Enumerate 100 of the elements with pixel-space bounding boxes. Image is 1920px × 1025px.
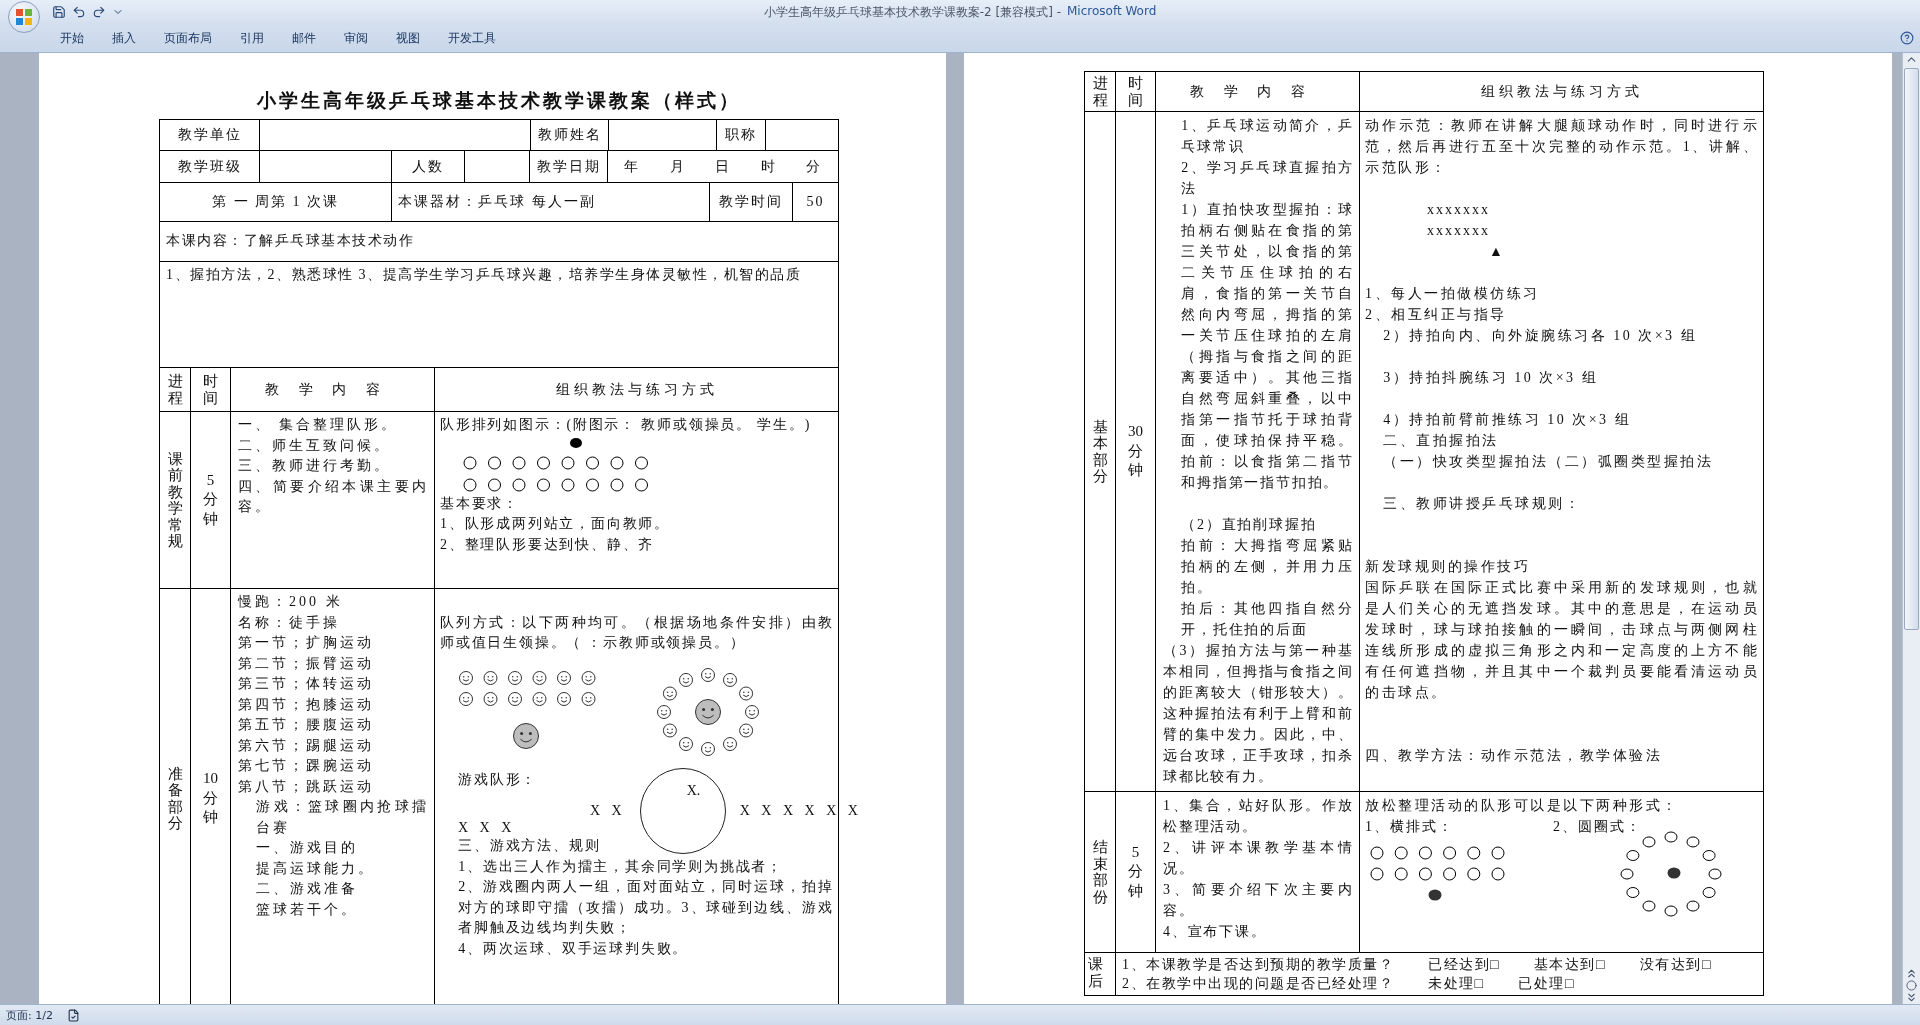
review-option: 基本达到□ bbox=[1533, 955, 1606, 974]
table-cell: 年 月 日 时 分 bbox=[608, 151, 839, 183]
window-title: 小学生高年级乒乓球基本技术教学课教案-2 [兼容模式] - bbox=[763, 3, 1061, 21]
review-option: 未处理□ bbox=[1428, 974, 1485, 993]
table-cell: 教学单位 bbox=[160, 120, 260, 151]
ribbon-tab[interactable]: 视图 bbox=[382, 25, 434, 51]
cell-text: 2、游戏圈内两人一组，面对面站立，同时运球，拍掉对方的球即守擂（攻擂）成功。3、球碰到边线、游戏者脚触及边线均判失败； bbox=[457, 878, 834, 937]
save-icon[interactable] bbox=[52, 5, 66, 19]
cell-text: 第六节；踢腿运动 bbox=[238, 736, 375, 755]
cell-text: 名称：徒手操 bbox=[238, 613, 341, 632]
table-cell: 本课内容：了解乒乓球基本技术动作 bbox=[160, 222, 839, 262]
table-cell: 人数 bbox=[392, 151, 465, 183]
phase-label: 基本部分 bbox=[1092, 418, 1108, 485]
cell-text: 4）持拍前臂前推练习 10 次×3 组 bbox=[1382, 411, 1633, 429]
phase-label: 课前教学常规 bbox=[167, 450, 183, 550]
column-header: 进程 bbox=[167, 373, 183, 406]
cell-text: 新发球规则的操作技巧 bbox=[1365, 558, 1531, 576]
table-cell: 教学日期 bbox=[530, 151, 608, 183]
cell-text: 放松整理活动的队形可以是以下两种形式： bbox=[1365, 797, 1680, 815]
table-cell: 本课器材：乒乓球 每人一副 bbox=[392, 183, 710, 222]
cell-text: 二、直拍握拍法 bbox=[1382, 432, 1500, 450]
cell-text: 二、师生互致问候。 bbox=[238, 436, 392, 455]
ribbon-tab[interactable]: 邮件 bbox=[278, 25, 330, 51]
cell-text: 游戏：篮球圈内抢球擂台赛 bbox=[255, 798, 429, 837]
cell-text: 2、整理队形要达到快、静、齐 bbox=[440, 535, 656, 554]
help-icon[interactable] bbox=[1900, 31, 1914, 45]
duration-label: 10分钟 bbox=[202, 769, 219, 828]
cell-text: 队列方式：以下两种均可。（根据场地条件安排）由教师或值日生领操。（ ：示教师或领操员。） bbox=[440, 613, 834, 652]
cell-text: 四、简要介绍本课主要内容。 bbox=[238, 477, 429, 516]
column-header: 组织教法与练习方式 bbox=[1480, 82, 1643, 101]
ribbon-tab[interactable]: 开始 bbox=[46, 25, 98, 51]
cell-text: 一、 集合整理队形。 bbox=[238, 416, 399, 434]
ribbon-tab[interactable]: 审阅 bbox=[330, 25, 382, 51]
ribbon-tab[interactable]: 页面布局 bbox=[150, 25, 226, 51]
table-cell: 教师姓名 bbox=[531, 120, 609, 151]
cell-text: 拍前：大拇指弯屈紧贴拍柄的左侧，并用力压拍。 bbox=[1180, 537, 1354, 597]
cell-text: 2）持拍向内、向外旋腕练习各 10 次×3 组 bbox=[1382, 327, 1699, 345]
column-header: 时间 bbox=[203, 373, 218, 406]
cell-text: 2、讲评本课教学基本情况。 bbox=[1163, 839, 1354, 878]
page-indicator: 页面: 1/2 bbox=[6, 1007, 53, 1023]
cell-text: 1、选出三人作为擂主，其余同学则为挑战者； bbox=[457, 857, 784, 876]
document-title: 小学生高年级乒乓球基本技术教学课教案（样式） bbox=[255, 89, 742, 113]
cell-text: 动作示范：教师在讲解大腿颠球动作时，同时进行示范，然后再进行五至十次完整的动作示范。1、讲解、示范队形： bbox=[1365, 117, 1759, 177]
cell-text: 4、两次运球、双手运球判失败。 bbox=[457, 939, 690, 958]
review-option: 没有达到□ bbox=[1639, 955, 1712, 974]
cell-text: 第八节；跳跃运动 bbox=[238, 777, 375, 796]
duration-label: 5分钟 bbox=[202, 470, 219, 529]
cell-text: 三、游戏方法、规则 bbox=[457, 837, 602, 855]
teacher-marker: ▲ bbox=[1488, 243, 1506, 261]
office-button[interactable] bbox=[8, 1, 40, 33]
undo-icon[interactable] bbox=[72, 5, 86, 19]
phase-label: 准备部分 bbox=[167, 765, 183, 832]
cell-text: 第三节；体转运动 bbox=[238, 675, 375, 693]
cell-text: 1）直拍快攻型握拍：球拍柄右侧贴在食指的第三关节处，以食指的第二关节压住球拍的右肩，食指的第一关节自然向内弯屈，拇指的第一关节压住球拍的左肩（拇指与食指之间的距离要适中）。其他三指自然弯屈斜重叠，以中指第一指节托于球拍背面，使球拍保持平稳。拍前：以食指第二指节和拇指第一指节扣拍。 bbox=[1180, 201, 1354, 492]
cell-text: 四、教学方法：动作示范法，教学体验法 bbox=[1365, 747, 1663, 765]
cell-text: 拍后：其他四指自然分开，托住拍的后面 bbox=[1180, 600, 1354, 639]
ribbon-tab[interactable]: 引用 bbox=[226, 25, 278, 51]
document-check-icon[interactable] bbox=[66, 1008, 80, 1022]
cell-text: （2）直拍削球握拍 bbox=[1180, 516, 1318, 534]
table-cell: 教学班级 bbox=[160, 151, 260, 183]
student-row-marks: xxxxxxx bbox=[1426, 201, 1491, 219]
cell-text: 2、学习乒乓球直握拍方法 bbox=[1180, 159, 1354, 198]
empty-cell bbox=[465, 151, 530, 183]
formation-label: 2、圆圈式： bbox=[1553, 818, 1643, 836]
cell-text: 基本要求： bbox=[440, 494, 520, 513]
cell-text: 第二节；振臂运动 bbox=[238, 654, 375, 673]
duration-label: 30分钟 bbox=[1127, 422, 1144, 481]
table-cell: 1、握拍方法，2、熟悉球性 3、提高学生学习乒乓球兴趣，培养学生身体灵敏性，机智的品质 bbox=[160, 262, 839, 368]
cell-text: 二、游戏准备 bbox=[255, 880, 360, 898]
column-header: 时间 bbox=[1128, 75, 1143, 108]
cell-text: 1、每人一拍做模仿练习 bbox=[1365, 285, 1541, 303]
scrollbar-thumb[interactable] bbox=[1904, 68, 1919, 630]
player-mark: X. bbox=[686, 783, 701, 799]
previous-page-icon[interactable] bbox=[1905, 967, 1918, 980]
ribbon-tab[interactable]: 插入 bbox=[98, 25, 150, 51]
next-page-icon[interactable] bbox=[1905, 991, 1918, 1004]
cell-text: 4、宣布下课。 bbox=[1163, 923, 1268, 941]
ribbon-tab[interactable]: 开发工具 bbox=[434, 25, 510, 51]
cell-text: 1、队形成两列站立，面向教师。 bbox=[440, 515, 671, 533]
review-question: 2、在教学中出现的问题是否已经处理？ bbox=[1122, 975, 1394, 993]
cell-text: （一）快攻类型握拍法（二）弧圈类型握拍法 bbox=[1382, 453, 1715, 471]
column-header: 教学内容 bbox=[265, 380, 400, 399]
cell-text: 3、简要介绍下次主要内容。 bbox=[1163, 881, 1354, 920]
table-cell: 第 一 周第 1 次课 bbox=[160, 183, 392, 222]
cell-text: 第四节；抱膝运动 bbox=[238, 695, 375, 714]
table-cell: 教学时间 bbox=[710, 183, 793, 222]
browse-object-icon[interactable] bbox=[1906, 980, 1917, 991]
review-option: 已经达到□ bbox=[1428, 955, 1500, 974]
table-cell: 50 bbox=[793, 183, 839, 222]
player-marks: X X X X X X bbox=[739, 803, 862, 819]
cell-text: 三、教师进行考勤。 bbox=[238, 457, 392, 475]
redo-icon[interactable] bbox=[92, 5, 106, 19]
vertical-scrollbar[interactable] bbox=[1902, 53, 1920, 1004]
cell-text: 1、乒乓球运动简介，乒乓球常识 bbox=[1180, 117, 1354, 156]
cell-text: 队形排列如图示：(附图示： 教师或领操员。 学生。) bbox=[440, 416, 813, 434]
student-row-marks: xxxxxxx bbox=[1426, 222, 1491, 240]
cell-text: 第七节；踝腕运动 bbox=[238, 757, 375, 775]
column-header: 进程 bbox=[1092, 75, 1108, 108]
review-option: 已处理□ bbox=[1518, 974, 1575, 993]
column-header: 组织教法与练习方式 bbox=[555, 380, 718, 399]
